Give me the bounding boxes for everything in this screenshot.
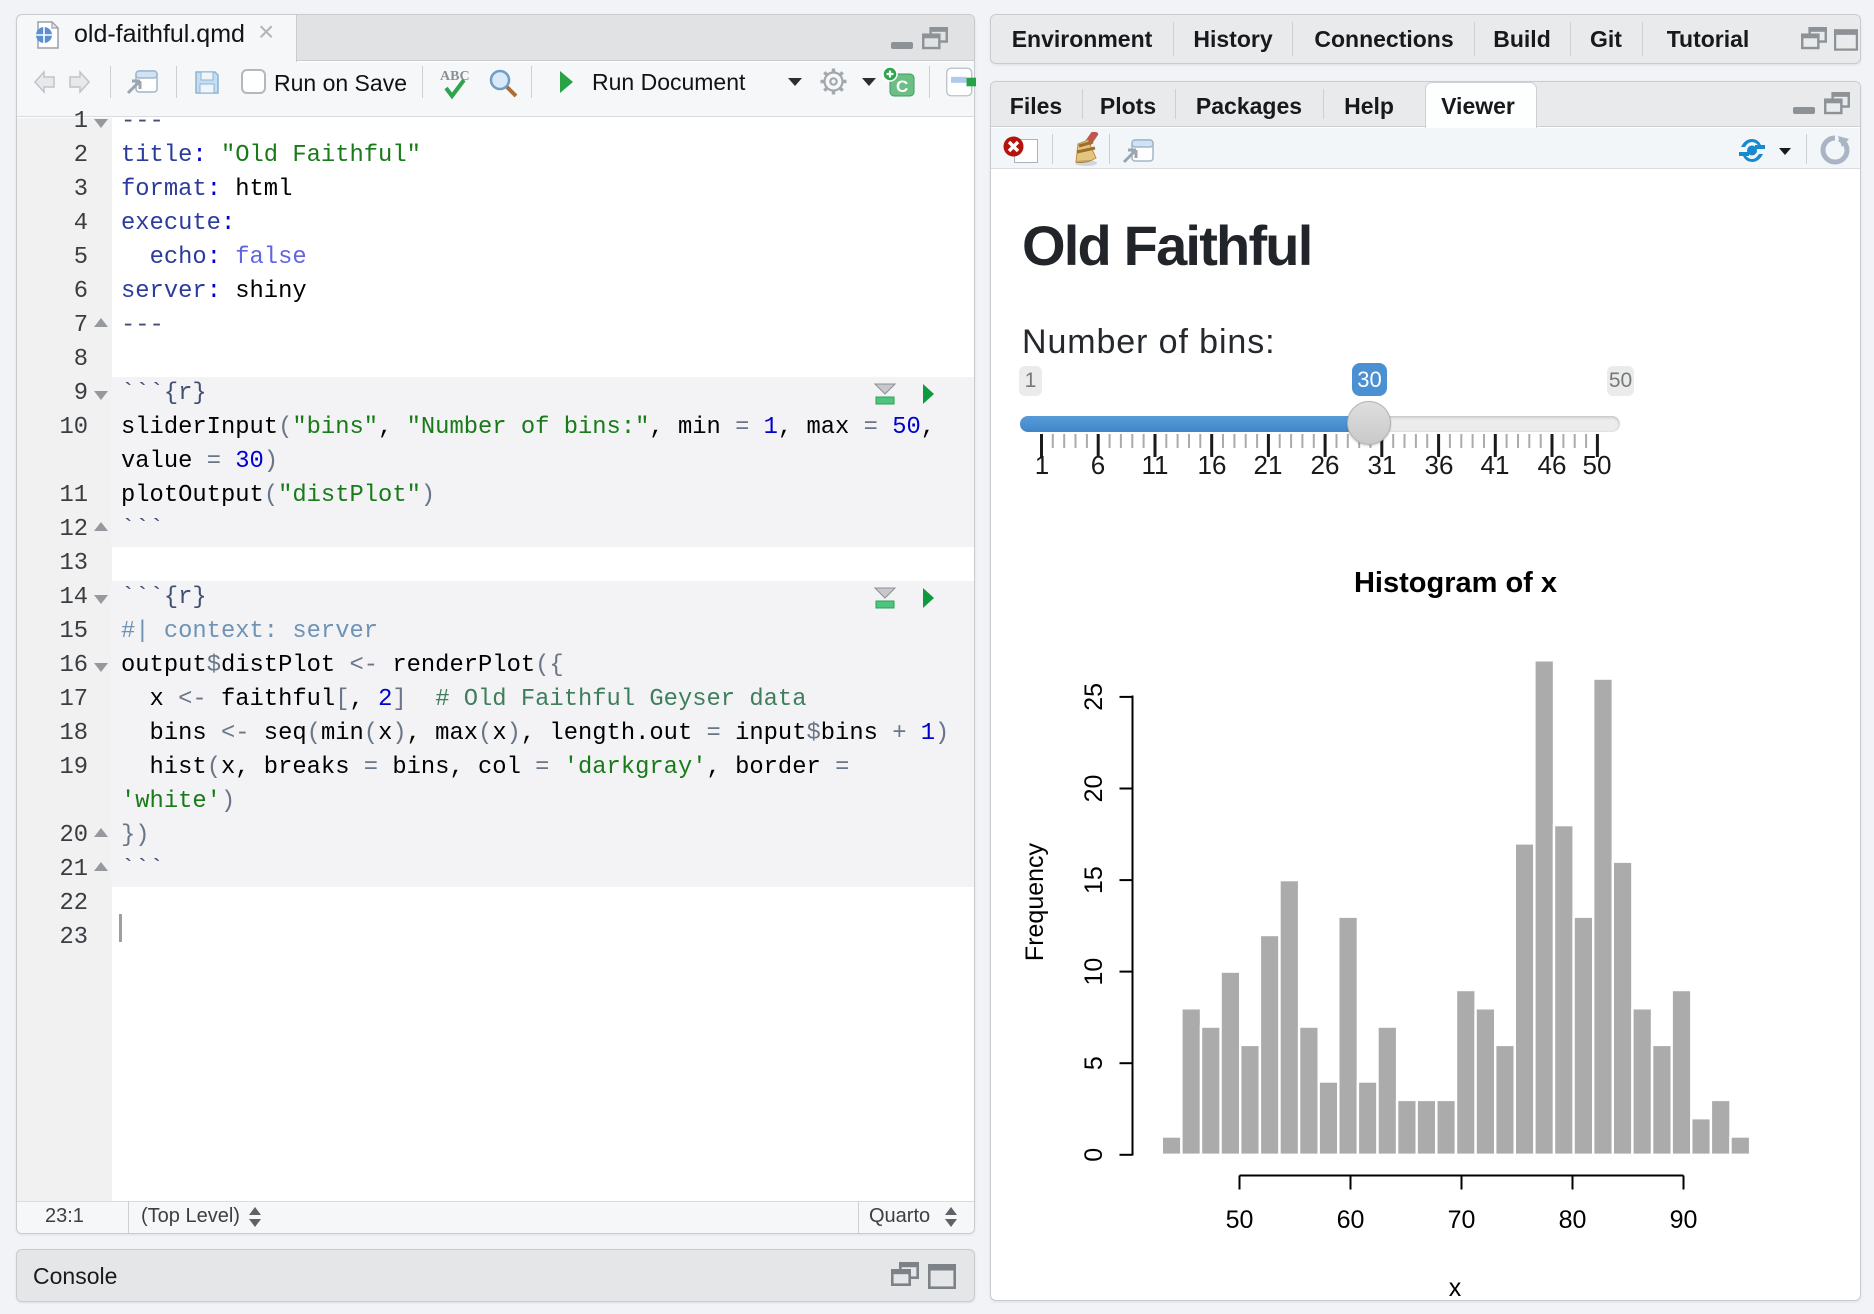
svg-text:70: 70	[1448, 1206, 1476, 1234]
svg-text:5: 5	[1080, 1056, 1108, 1070]
svg-text:90: 90	[1670, 1206, 1698, 1234]
svg-text:25: 25	[1080, 683, 1108, 711]
svg-text:20: 20	[1080, 775, 1108, 803]
svg-text:x: x	[1449, 1274, 1462, 1300]
svg-text:60: 60	[1337, 1206, 1365, 1234]
svg-text:Histogram of x: Histogram of x	[1354, 567, 1557, 599]
svg-text:80: 80	[1559, 1206, 1587, 1234]
svg-text:C: C	[896, 77, 908, 96]
svg-text:15: 15	[1080, 866, 1108, 894]
svg-text:50: 50	[1226, 1206, 1254, 1234]
svg-text:Frequency: Frequency	[1021, 842, 1049, 961]
svg-text:10: 10	[1080, 958, 1108, 986]
svg-text:0: 0	[1080, 1148, 1108, 1162]
